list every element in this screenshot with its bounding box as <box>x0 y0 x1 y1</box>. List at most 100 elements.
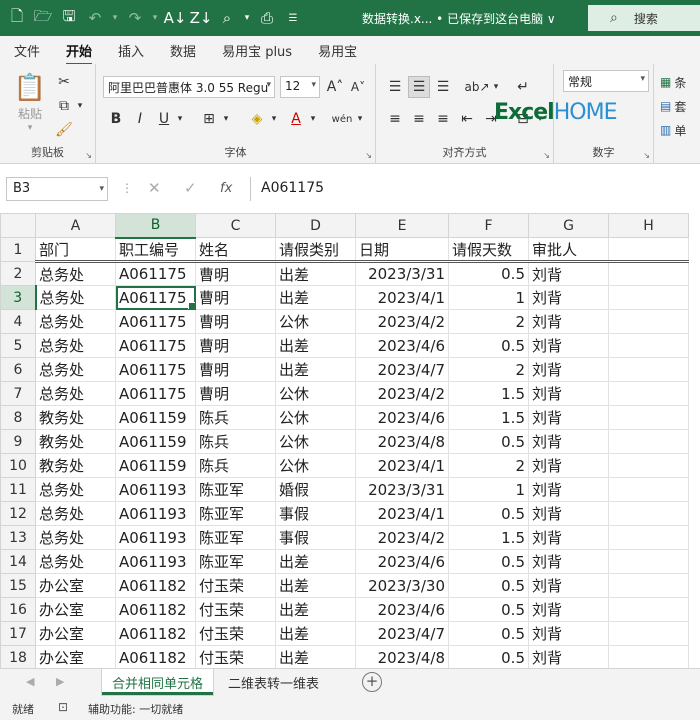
table-cell[interactable]: 陈兵 <box>195 429 276 454</box>
table-cell[interactable]: 曹明 <box>195 309 276 334</box>
table-cell[interactable]: 出差 <box>275 285 356 310</box>
table-cell[interactable]: 0.5 <box>448 645 529 668</box>
table-cell[interactable]: 事假 <box>275 525 356 550</box>
table-cell[interactable]: 2023/4/2 <box>355 525 449 550</box>
bold-button[interactable]: B <box>106 108 126 130</box>
empty-cell[interactable] <box>608 597 689 622</box>
table-cell[interactable]: 2023/4/1 <box>355 501 449 526</box>
align-middle-icon[interactable]: ☰ <box>408 76 430 98</box>
customize-toolbar-icon[interactable]: ☰ <box>280 0 306 36</box>
save-icon[interactable]: 🖫 <box>56 0 82 36</box>
align-bottom-icon[interactable]: ☰ <box>432 76 454 98</box>
phonetic-dropdown-icon[interactable]: ▾ <box>354 108 366 130</box>
row-header[interactable]: 15 <box>0 573 36 598</box>
table-cell[interactable]: A061182 <box>115 621 196 646</box>
table-cell[interactable]: 总务处 <box>35 309 116 334</box>
table-cell[interactable]: 2023/3/31 <box>355 261 449 286</box>
empty-cell[interactable] <box>608 405 689 430</box>
italic-button[interactable]: I <box>130 108 150 130</box>
borders-icon[interactable]: ⊞ <box>198 108 220 130</box>
table-cell[interactable]: 2023/4/6 <box>355 549 449 574</box>
table-cell[interactable]: 总务处 <box>35 525 116 550</box>
table-cell[interactable]: 2023/3/30 <box>355 573 449 598</box>
table-cell[interactable]: 0.5 <box>448 429 529 454</box>
table-cell[interactable]: 陈亚军 <box>195 549 276 574</box>
wrap-text-icon[interactable]: ↵ <box>512 76 534 98</box>
table-cell[interactable]: 公休 <box>275 405 356 430</box>
empty-cell[interactable] <box>608 333 689 358</box>
table-cell[interactable]: 2023/4/2 <box>355 381 449 406</box>
table-cell[interactable]: 出差 <box>275 333 356 358</box>
sheet-tab-merge-cells[interactable]: 合并相同单元格 <box>102 669 214 695</box>
table-cell[interactable]: 刘背 <box>528 261 609 286</box>
row-header[interactable]: 6 <box>0 357 36 382</box>
table-cell[interactable]: 公休 <box>275 453 356 478</box>
empty-cell[interactable] <box>608 309 689 334</box>
table-cell[interactable]: 刘背 <box>528 333 609 358</box>
name-box[interactable]: B3 ▾ <box>6 177 108 201</box>
row-header[interactable]: 8 <box>0 405 36 430</box>
align-center-icon[interactable]: ≡ <box>408 108 430 130</box>
print-preview-icon[interactable]: ⎙ <box>254 0 280 36</box>
header-cell[interactable]: 职工编号 <box>115 237 196 263</box>
table-cell[interactable]: 办公室 <box>35 621 116 646</box>
undo-dropdown-icon[interactable]: ▾ <box>108 0 122 36</box>
column-header[interactable]: H <box>608 213 689 238</box>
select-all-corner[interactable] <box>0 213 36 238</box>
clipboard-launcher-icon[interactable]: ↘ <box>85 151 92 160</box>
table-cell[interactable]: 0.5 <box>448 333 529 358</box>
alignment-launcher-icon[interactable]: ↘ <box>543 151 550 160</box>
table-cell[interactable]: 0.5 <box>448 261 529 286</box>
table-cell[interactable]: 刘背 <box>528 525 609 550</box>
row-header[interactable]: 2 <box>0 261 36 286</box>
table-cell[interactable]: A061193 <box>115 477 196 502</box>
orientation-dropdown-icon[interactable]: ▾ <box>490 76 502 98</box>
table-cell[interactable]: 出差 <box>275 573 356 598</box>
sort-descending-icon[interactable]: Z↓ <box>188 0 214 36</box>
empty-cell[interactable] <box>608 621 689 646</box>
table-cell[interactable]: 付玉荣 <box>195 573 276 598</box>
table-cell[interactable]: 刘背 <box>528 453 609 478</box>
font-name-select[interactable]: 阿里巴巴普惠体 3.0 55 Regu ▾ <box>103 76 275 98</box>
table-cell[interactable]: 刘背 <box>528 357 609 382</box>
table-cell[interactable]: 2023/4/2 <box>355 309 449 334</box>
empty-cell[interactable] <box>608 453 689 478</box>
table-cell[interactable]: 曹明 <box>195 285 276 310</box>
cell-styles-button[interactable]: ▥ 单 <box>660 120 700 140</box>
empty-cell[interactable] <box>608 357 689 382</box>
empty-cell[interactable] <box>608 525 689 550</box>
table-cell[interactable]: 刘背 <box>528 573 609 598</box>
table-cell[interactable]: 总务处 <box>35 285 116 310</box>
table-cell[interactable]: 公休 <box>275 381 356 406</box>
undo-icon[interactable]: ↶ <box>82 0 108 36</box>
find-dropdown-icon[interactable]: ▾ <box>240 0 254 36</box>
empty-cell[interactable] <box>608 573 689 598</box>
table-cell[interactable]: 2 <box>448 309 529 334</box>
table-cell[interactable]: A061175 <box>115 333 196 358</box>
table-cell[interactable]: 公休 <box>275 429 356 454</box>
table-cell[interactable]: 出差 <box>275 261 356 286</box>
table-cell[interactable]: 总务处 <box>35 357 116 382</box>
redo-dropdown-icon[interactable]: ▾ <box>148 0 162 36</box>
row-header[interactable]: 11 <box>0 477 36 502</box>
underline-button[interactable]: U <box>154 108 174 130</box>
table-cell[interactable]: 总务处 <box>35 381 116 406</box>
sheet-tab-2d-to-1d[interactable]: 二维表转一维表 <box>218 669 329 695</box>
table-cell[interactable]: 曹明 <box>195 333 276 358</box>
row-header[interactable]: 4 <box>0 309 36 334</box>
table-cell[interactable]: A061193 <box>115 525 196 550</box>
row-header[interactable]: 5 <box>0 333 36 358</box>
increase-font-icon[interactable]: A˄ <box>325 76 345 98</box>
column-header[interactable]: B <box>115 213 196 239</box>
table-cell[interactable]: A061193 <box>115 501 196 526</box>
accessibility-status[interactable]: 辅助功能: 一切就绪 <box>88 701 183 717</box>
header-cell[interactable]: 审批人 <box>528 237 609 263</box>
tab-home[interactable]: 开始 <box>66 37 93 66</box>
table-cell[interactable]: 刘背 <box>528 621 609 646</box>
table-cell[interactable]: 1 <box>448 285 529 310</box>
table-cell[interactable]: 0.5 <box>448 549 529 574</box>
table-cell[interactable]: 总务处 <box>35 261 116 286</box>
table-cell[interactable]: A061175 <box>115 261 196 286</box>
orientation-icon[interactable]: ab↗ <box>464 76 489 98</box>
row-header[interactable]: 9 <box>0 429 36 454</box>
